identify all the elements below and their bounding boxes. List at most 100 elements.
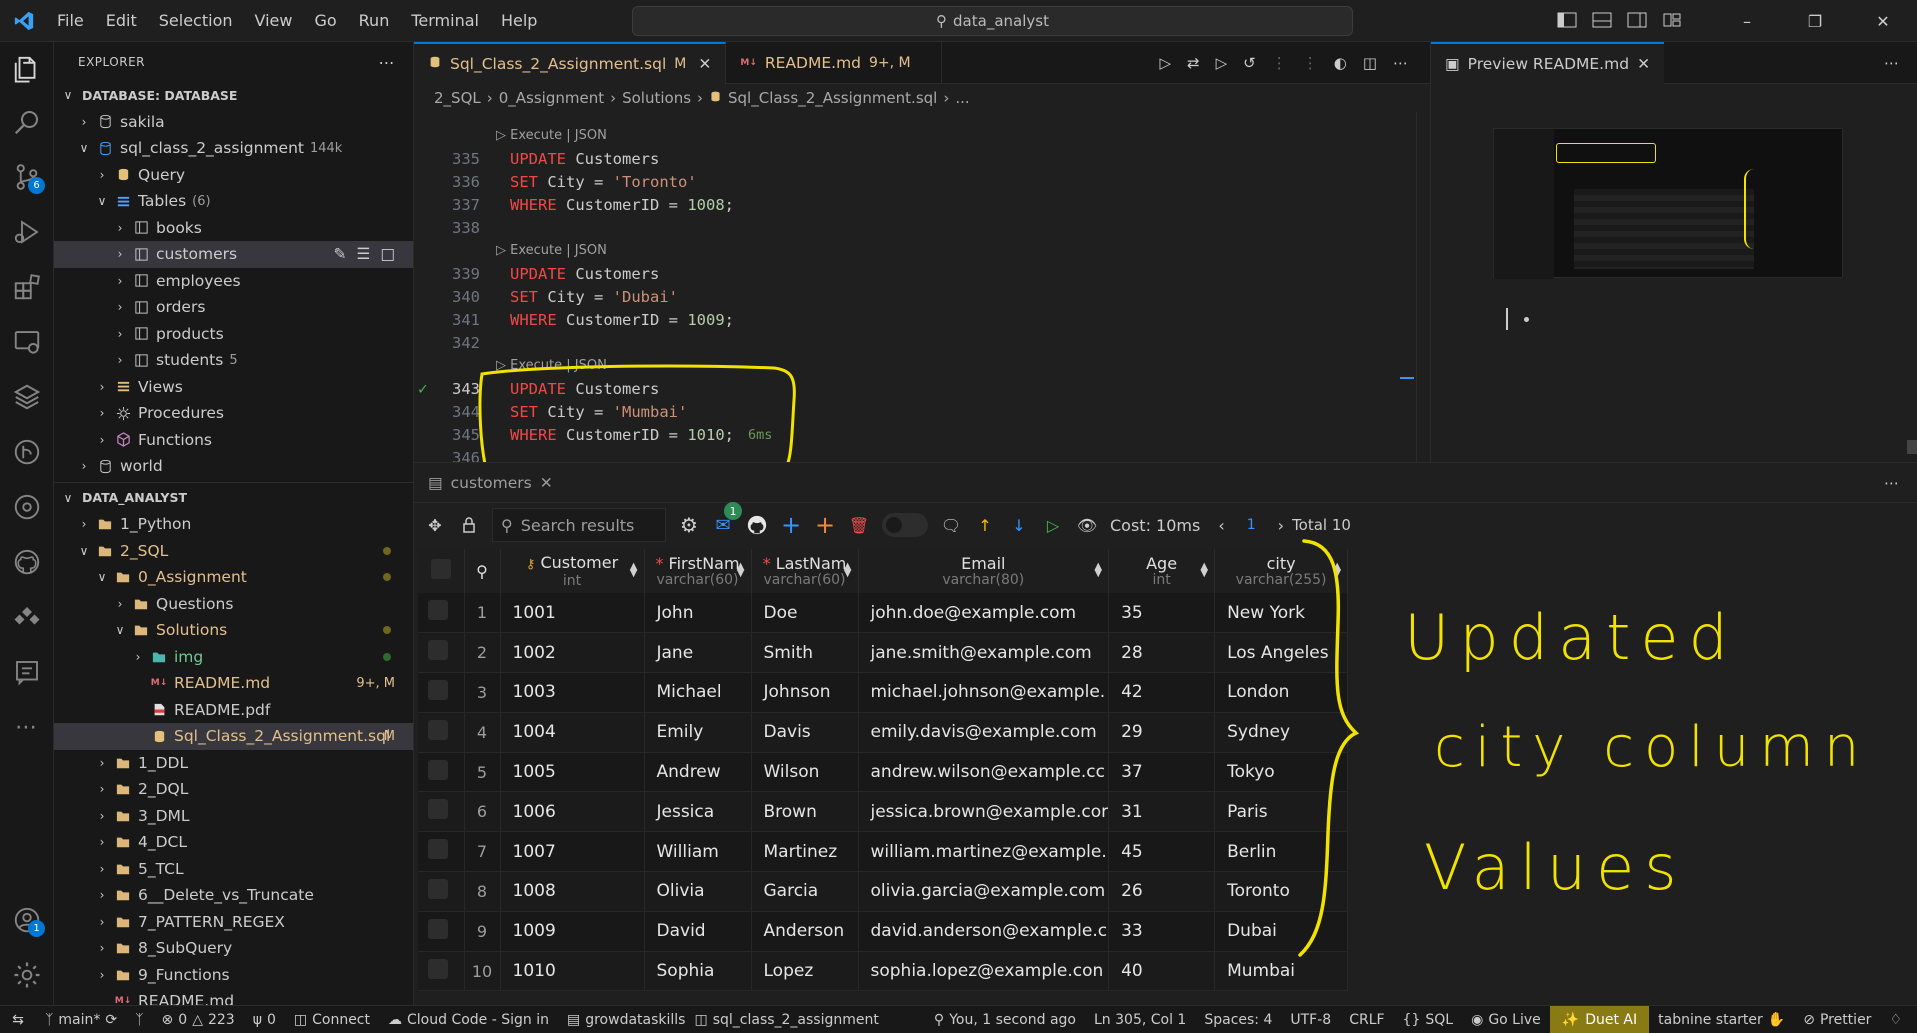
database-section-header[interactable]: ∨ DATABASE: DATABASE: [54, 82, 413, 109]
close-tab-icon[interactable]: ✕: [698, 55, 711, 73]
restore-window-icon[interactable]: ❐: [1785, 12, 1845, 31]
menu-terminal[interactable]: Terminal: [400, 11, 490, 30]
cell-lastname[interactable]: Anderson: [751, 911, 859, 952]
minimize-window-icon[interactable]: –: [1717, 12, 1777, 31]
column-header-city[interactable]: city varchar(255) ▲ ▼: [1214, 549, 1349, 593]
more-actions-icon[interactable]: ⋯: [1884, 54, 1899, 72]
preview-scrollbar[interactable]: [1907, 440, 1917, 454]
cell-email[interactable]: olivia.garcia@example.com: [858, 871, 1110, 912]
cell-firstname[interactable]: David: [644, 911, 752, 952]
cell-city[interactable]: Los Angeles: [1214, 632, 1349, 674]
cell-age[interactable]: 37: [1108, 752, 1216, 793]
folder-0-assignment[interactable]: ∨ 0_Assignment: [54, 564, 413, 591]
tab-sql-file[interactable]: Sql_Class_2_Assignment.sql M ✕: [414, 42, 727, 84]
cell-city[interactable]: Tokyo: [1214, 752, 1349, 793]
graph-icon[interactable]: ᛉ: [126, 1012, 152, 1028]
notifications-bell-icon[interactable]: ♢: [1880, 1012, 1911, 1028]
cell-firstname[interactable]: Jessica: [644, 791, 752, 833]
cell-customerid[interactable]: 1008: [500, 871, 645, 912]
table-row[interactable]: 1 1001 John Doe john.doe@example.com 35 New Yo…: [418, 593, 1349, 634]
row-checkbox[interactable]: [418, 871, 465, 912]
cell-email[interactable]: michael.johnson@example.: [858, 672, 1110, 713]
cell-city[interactable]: Paris: [1214, 791, 1349, 833]
table-row[interactable]: 2 1002 Jane Smith jane.smith@example.com 28 Lo…: [418, 632, 1349, 674]
table-row[interactable]: 4 1004 Emily Davis emily.davis@example.com 29…: [418, 712, 1349, 753]
cell-firstname[interactable]: William: [644, 831, 752, 873]
column-header-lastname[interactable]: * LastNam varchar(60) ▲ ▼: [751, 549, 859, 593]
previous-page-icon[interactable]: ‹: [1218, 516, 1224, 535]
line-ending[interactable]: CRLF: [1340, 1012, 1393, 1028]
folder-2-dql[interactable]: › 2_DQL: [54, 776, 413, 803]
arrow-down-icon[interactable]: ↓: [1008, 514, 1030, 536]
duet-ai-button[interactable]: ✨ Duet AI: [1549, 1005, 1650, 1033]
cell-lastname[interactable]: Martinez: [751, 831, 859, 873]
codelens[interactable]: ▷ Execute | JSON: [414, 354, 1430, 377]
customize-layout-icon[interactable]: [1662, 12, 1689, 30]
cell-city[interactable]: Mumbai: [1214, 951, 1349, 992]
cell-age[interactable]: 28: [1108, 632, 1216, 674]
breadcrumb-item[interactable]: 2_SQL: [434, 89, 481, 107]
table-item-books[interactable]: › books: [54, 215, 413, 242]
breadcrumb-item[interactable]: Sql_Class_2_Assignment.sql: [728, 89, 937, 107]
tabnine-status[interactable]: tabnine starter ✋: [1649, 1012, 1794, 1028]
cell-email[interactable]: sophia.lopez@example.con: [858, 951, 1110, 992]
cloud-code-button[interactable]: ☁ Cloud Code - Sign in: [379, 1012, 558, 1028]
table-row[interactable]: 6 1006 Jessica Brown jessica.brown@example.c…: [418, 791, 1349, 833]
codelens[interactable]: ▷ Execute | JSON: [414, 239, 1430, 262]
db-item-functions[interactable]: › Functions: [54, 427, 413, 454]
sort-icon[interactable]: ▲ ▼: [844, 562, 852, 579]
open-changes-icon[interactable]: ◐: [1334, 54, 1347, 72]
folder-1-ddl[interactable]: › 1_DDL: [54, 750, 413, 777]
delete-trash-icon[interactable]: 🗑: [848, 514, 870, 536]
cell-firstname[interactable]: Jane: [644, 632, 752, 674]
cell-customerid[interactable]: 1010: [500, 951, 645, 992]
toggle-switch[interactable]: [882, 513, 928, 537]
github-icon[interactable]: [746, 514, 768, 536]
row-checkbox[interactable]: [418, 712, 465, 753]
cell-city[interactable]: Dubai: [1214, 911, 1349, 952]
toggle-secondary-sidebar-icon[interactable]: [1627, 12, 1654, 30]
breadcrumb-item[interactable]: Solutions: [622, 89, 691, 107]
breadcrumb-item[interactable]: 0_Assignment: [499, 89, 604, 107]
sort-icon[interactable]: ▲ ▼: [630, 562, 638, 579]
breadcrumb-item[interactable]: ...: [955, 89, 969, 107]
row-checkbox[interactable]: [418, 672, 465, 713]
cell-firstname[interactable]: Michael: [644, 672, 752, 713]
codelens[interactable]: ▷ Execute | JSON: [414, 124, 1430, 147]
db-item-procedures[interactable]: › Procedures: [54, 400, 413, 427]
cell-lastname[interactable]: Doe: [751, 593, 859, 634]
command-center[interactable]: ⚲ data_analyst: [632, 6, 1353, 36]
cell-age[interactable]: 35: [1108, 593, 1216, 634]
accounts-icon[interactable]: 1: [0, 895, 54, 945]
split-editor-icon[interactable]: ◫: [1363, 54, 1377, 72]
cell-lastname[interactable]: Wilson: [751, 752, 859, 793]
cell-firstname[interactable]: John: [644, 593, 752, 634]
menu-edit[interactable]: Edit: [95, 11, 148, 30]
row-checkbox[interactable]: [418, 752, 465, 793]
arrow-up-icon[interactable]: ↑: [974, 514, 996, 536]
db-item-tables[interactable]: ∨ Tables (6): [54, 188, 413, 215]
select-all-checkbox[interactable]: [418, 549, 465, 593]
cell-customerid[interactable]: 1006: [500, 791, 645, 833]
cell-firstname[interactable]: Emily: [644, 712, 752, 753]
menu-go[interactable]: Go: [303, 11, 347, 30]
folder-3-dml[interactable]: › 3_DML: [54, 803, 413, 830]
search-results-input[interactable]: ⚲ Search results: [492, 508, 666, 542]
run-query-icon[interactable]: ▷: [1042, 514, 1064, 536]
cell-city[interactable]: London: [1214, 672, 1349, 713]
cell-email[interactable]: jane.smith@example.com: [858, 632, 1110, 674]
column-header-email[interactable]: Email varchar(80) ▲ ▼: [858, 549, 1110, 593]
table-row[interactable]: 5 1005 Andrew Wilson andrew.wilson@example.c…: [418, 752, 1349, 793]
search-icon[interactable]: [0, 97, 54, 147]
info-status[interactable]: ψ0: [244, 1012, 285, 1028]
database-layers-icon[interactable]: [0, 372, 54, 422]
cell-city[interactable]: New York: [1214, 593, 1349, 634]
cell-customerid[interactable]: 1007: [500, 831, 645, 873]
cell-age[interactable]: 40: [1108, 951, 1216, 992]
folder-2-sql[interactable]: ∨ 2_SQL: [54, 538, 413, 565]
indentation[interactable]: Spaces: 4: [1195, 1012, 1281, 1028]
table-row[interactable]: 7 1007 William Martinez william.martinez@exa…: [418, 831, 1349, 873]
page-number[interactable]: 1: [1247, 517, 1256, 533]
menu-file[interactable]: File: [46, 11, 95, 30]
lock-icon[interactable]: [458, 514, 480, 536]
